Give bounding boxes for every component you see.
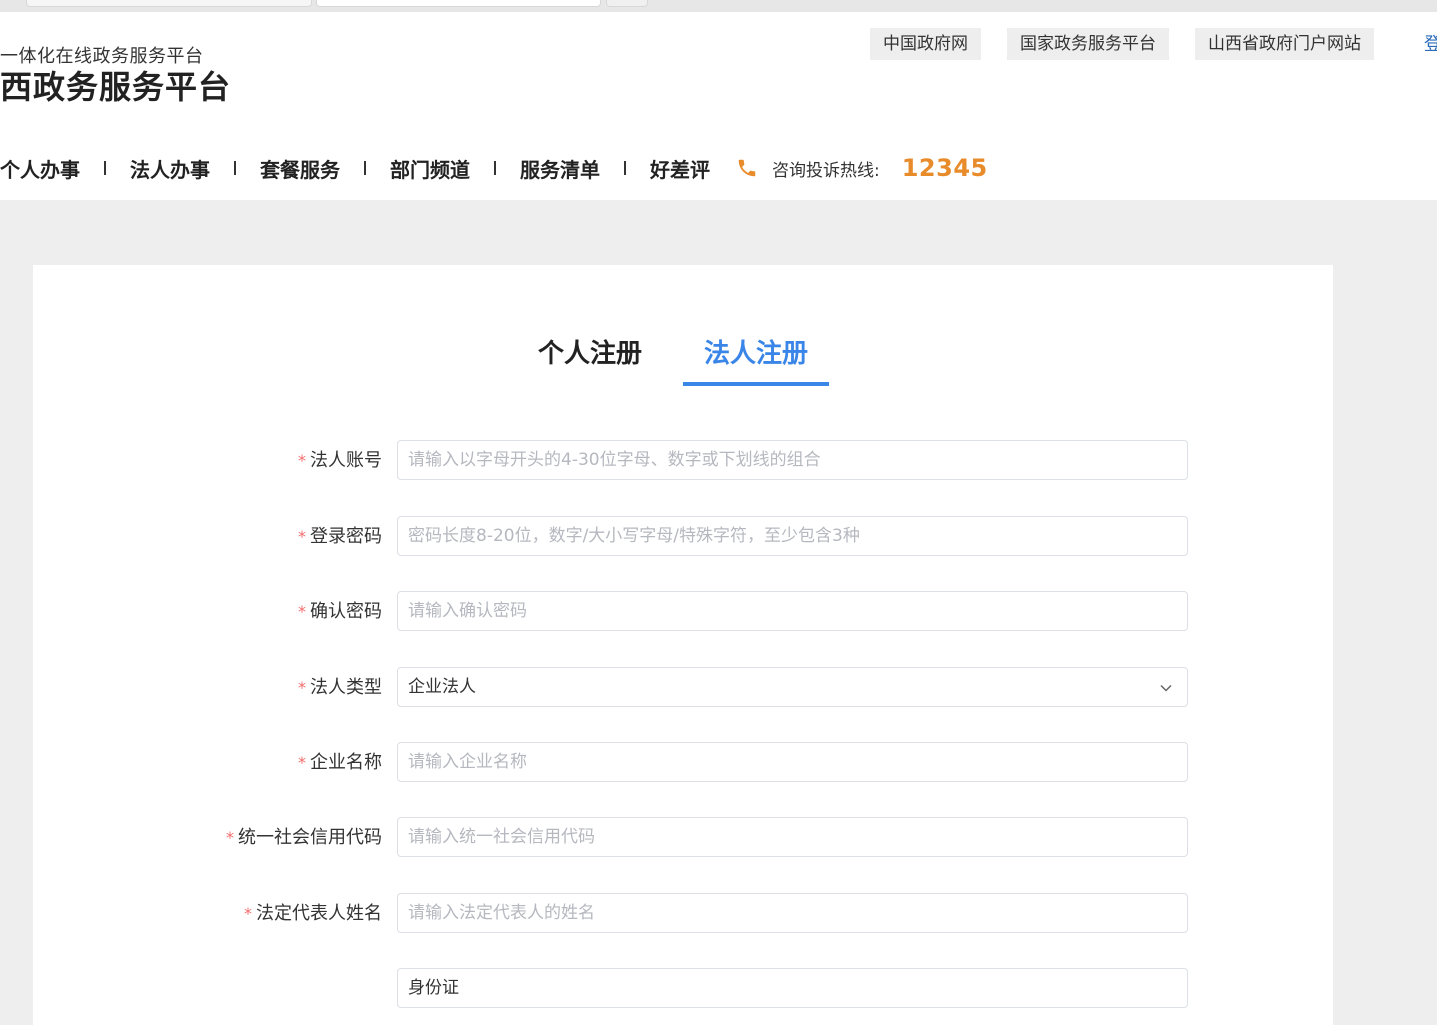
password-label-text: 登录密码 xyxy=(310,526,382,547)
credit-code-input[interactable] xyxy=(397,817,1188,857)
registration-tabs: 个人注册 法人注册 xyxy=(33,333,1333,387)
main-nav: 个人办事 法人办事 套餐服务 部门频道 服务清单 好差评 咨询投诉热线: 123… xyxy=(0,154,988,182)
form-row-password: * 登录密码 xyxy=(33,516,1333,558)
required-mark: * xyxy=(298,602,306,621)
password-label: * 登录密码 xyxy=(298,516,382,558)
site-header: 一体化在线政务服务平台 西政务服务平台 中国政府网 国家政务服务平台 山西省政府… xyxy=(0,12,1437,200)
new-tab-button[interactable] xyxy=(606,0,648,7)
legal-type-label: * 法人类型 xyxy=(298,667,382,709)
legal-account-label: * 法人账号 xyxy=(298,440,382,482)
hotline-label: 咨询投诉热线: xyxy=(772,160,880,181)
representative-name-input[interactable] xyxy=(397,893,1188,933)
required-mark: * xyxy=(298,451,306,470)
form-row-representative-name: * 法定代表人姓名 xyxy=(33,893,1333,935)
nav-divider xyxy=(364,161,366,175)
legal-account-input[interactable] xyxy=(397,440,1188,480)
nav-personal-affairs[interactable]: 个人办事 xyxy=(0,154,80,183)
nav-divider xyxy=(494,161,496,175)
company-name-input[interactable] xyxy=(397,742,1188,782)
login-link[interactable]: 登 xyxy=(1424,30,1437,56)
hotline: 咨询投诉热线: 12345 xyxy=(736,154,988,182)
link-national-service[interactable]: 国家政务服务平台 xyxy=(1007,28,1169,60)
company-name-label: * 企业名称 xyxy=(298,742,382,784)
id-type-value: 身份证 xyxy=(408,978,459,998)
required-mark: * xyxy=(298,527,306,546)
required-mark: * xyxy=(226,828,234,847)
link-china-gov[interactable]: 中国政府网 xyxy=(870,28,981,60)
active-tab-indicator xyxy=(683,382,829,386)
browser-tab-active[interactable] xyxy=(316,0,601,7)
hotline-number: 12345 xyxy=(901,154,988,182)
nav-legal-affairs[interactable]: 法人办事 xyxy=(130,154,210,183)
browser-tab-strip xyxy=(0,0,1437,12)
nav-divider xyxy=(234,161,236,175)
form-row-company-name: * 企业名称 xyxy=(33,742,1333,784)
top-links: 中国政府网 国家政务服务平台 山西省政府门户网站 xyxy=(870,28,1374,60)
nav-divider xyxy=(104,161,106,175)
legal-type-select[interactable]: 企业法人 xyxy=(397,667,1188,707)
form-row-legal-type: * 法人类型 企业法人 xyxy=(33,667,1333,709)
form-row-confirm-password: * 确认密码 xyxy=(33,591,1333,633)
representative-name-label-text: 法定代表人姓名 xyxy=(256,903,382,924)
brand-title[interactable]: 西政务服务平台 xyxy=(0,62,231,108)
required-mark: * xyxy=(298,678,306,697)
nav-divider xyxy=(624,161,626,175)
nav-evaluation[interactable]: 好差评 xyxy=(650,154,710,183)
confirm-password-label: * 确认密码 xyxy=(298,591,382,633)
legal-type-value: 企业法人 xyxy=(408,677,476,697)
legal-account-label-text: 法人账号 xyxy=(310,450,382,471)
legal-type-label-text: 法人类型 xyxy=(310,677,382,698)
company-name-label-text: 企业名称 xyxy=(310,752,382,773)
confirm-password-label-text: 确认密码 xyxy=(310,601,382,622)
required-mark: * xyxy=(244,904,252,923)
password-input[interactable] xyxy=(397,516,1188,556)
confirm-password-input[interactable] xyxy=(397,591,1188,631)
representative-name-label: * 法定代表人姓名 xyxy=(244,893,382,935)
credit-code-label-text: 统一社会信用代码 xyxy=(238,827,382,848)
nav-package-services[interactable]: 套餐服务 xyxy=(260,154,340,183)
chevron-down-icon xyxy=(1160,684,1172,692)
registration-card: 个人注册 法人注册 *法人账号 *登录密码 *确认密码 *法人类型 企业法人 *… xyxy=(33,265,1333,1025)
credit-code-label: * 统一社会信用代码 xyxy=(226,817,382,859)
required-mark: * xyxy=(298,753,306,772)
form-row-credit-code: * 统一社会信用代码 xyxy=(33,817,1333,859)
nav-department-channel[interactable]: 部门频道 xyxy=(390,154,470,183)
link-shanxi-portal[interactable]: 山西省政府门户网站 xyxy=(1195,28,1374,60)
nav-service-list[interactable]: 服务清单 xyxy=(520,154,600,183)
id-type-select[interactable]: 身份证 xyxy=(397,968,1188,1008)
browser-tab[interactable] xyxy=(26,0,312,7)
tab-personal-register[interactable]: 个人注册 xyxy=(538,333,642,370)
phone-icon xyxy=(738,159,756,177)
form-row-legal-account: * 法人账号 xyxy=(33,440,1333,482)
form-row-id-type: 身份证 xyxy=(33,968,1333,1010)
tab-legal-register[interactable]: 法人注册 xyxy=(704,333,808,370)
